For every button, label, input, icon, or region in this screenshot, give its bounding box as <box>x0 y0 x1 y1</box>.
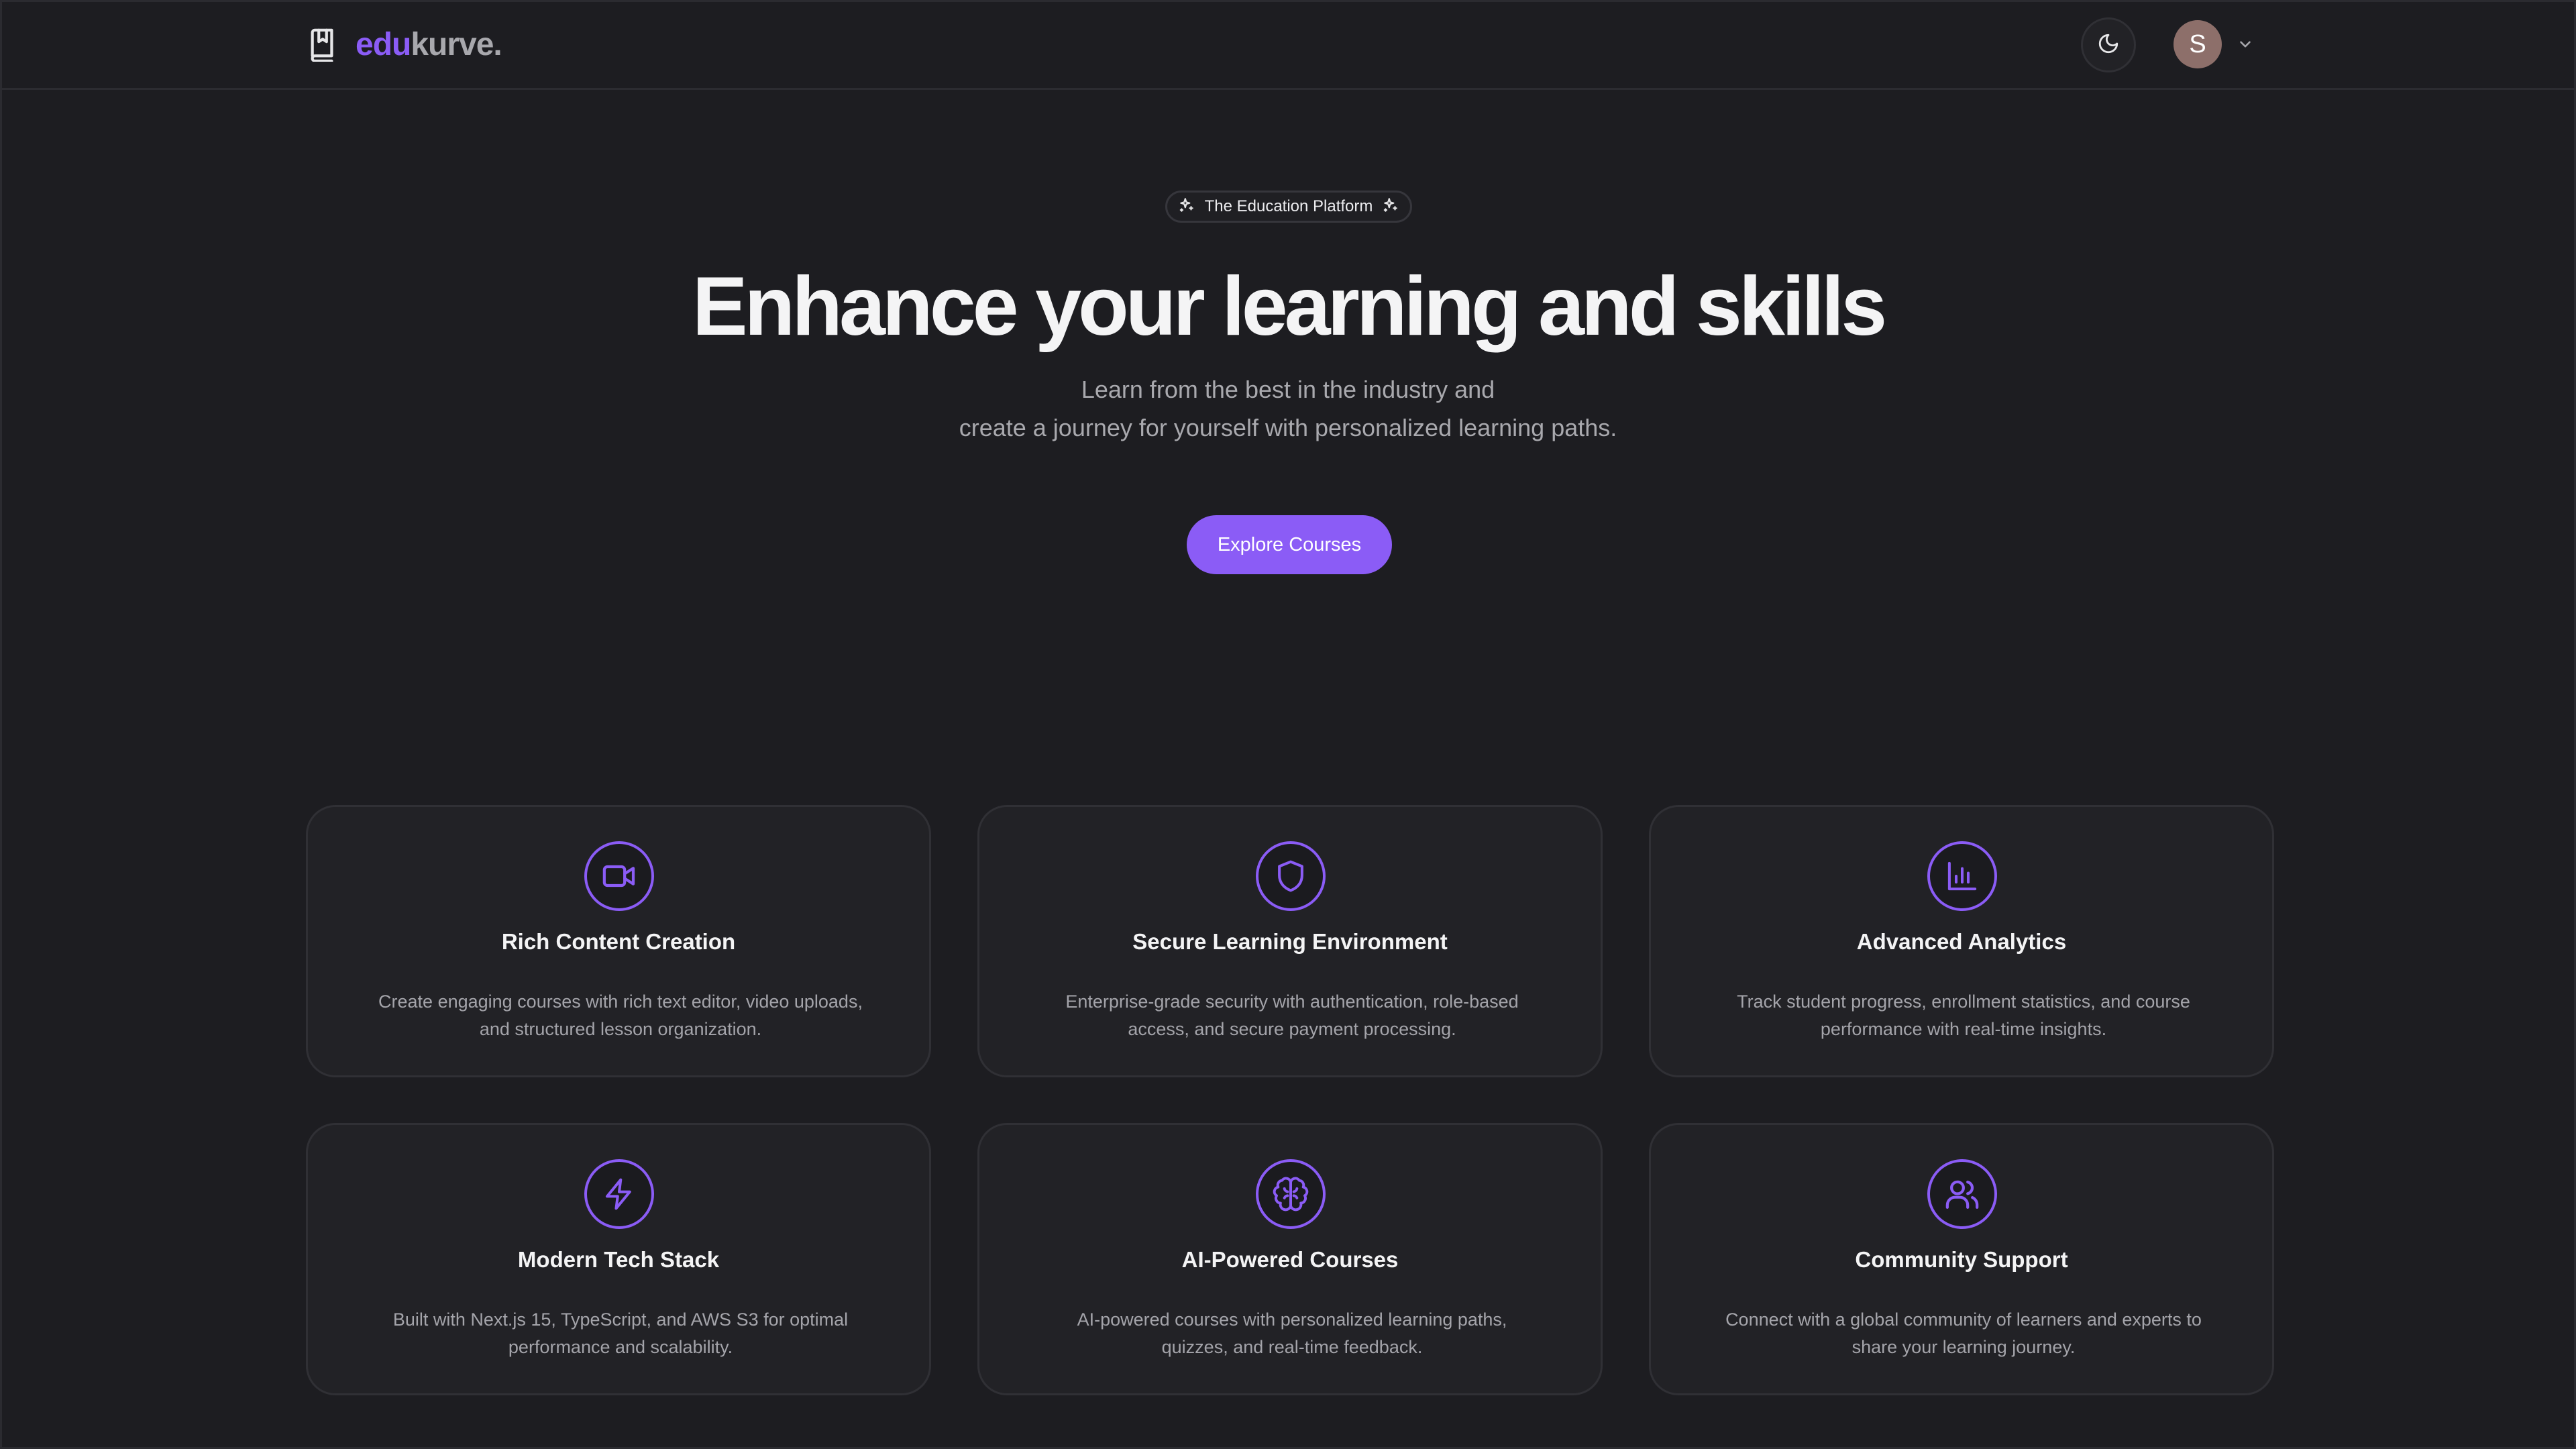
feature-card: Secure Learning Environment Enterprise-g… <box>977 805 1603 1077</box>
hero-subtitle: Learn from the best in the industry and … <box>0 370 2576 447</box>
feature-title: Modern Tech Stack <box>517 1247 720 1272</box>
feature-card: Rich Content Creation Create engaging co… <box>306 805 931 1077</box>
users-icon <box>1927 1159 1997 1229</box>
hero-subtitle-line-2: create a journey for yourself with perso… <box>959 414 1617 441</box>
brand-prefix: edu <box>356 26 411 62</box>
feature-title: Community Support <box>1855 1247 2068 1272</box>
feature-description: Create engaging courses with rich text e… <box>378 991 863 1039</box>
feature-description: Track student progress, enrollment stati… <box>1737 991 2190 1039</box>
book-icon <box>307 25 341 63</box>
chevron-down-icon <box>2237 36 2254 53</box>
feature-card: AI-Powered Courses AI-powered courses wi… <box>977 1123 1603 1395</box>
features-grid: Rich Content Creation Create engaging co… <box>306 805 2274 1395</box>
feature-title: Advanced Analytics <box>1856 929 2067 954</box>
feature-card: Advanced Analytics Track student progres… <box>1649 805 2274 1077</box>
feature-card: Modern Tech Stack Built with Next.js 15,… <box>306 1123 931 1395</box>
hero-title: Enhance your learning and skills <box>692 260 1887 353</box>
brain-icon <box>1256 1159 1326 1229</box>
platform-badge: The Education Platform <box>1165 191 1412 223</box>
brand-name: edukurve. <box>356 26 502 63</box>
feature-card: Community Support Connect with a global … <box>1649 1123 2274 1395</box>
theme-toggle-button[interactable] <box>2081 17 2136 72</box>
top-navbar: edukurve. S <box>0 0 2576 90</box>
feature-description: Connect with a global community of learn… <box>1725 1309 2202 1357</box>
brand-suffix: kurve. <box>411 26 502 62</box>
feature-title: AI-Powered Courses <box>1181 1247 1399 1272</box>
lightning-icon <box>584 1159 654 1229</box>
sparkles-icon <box>1178 197 1195 217</box>
feature-title: Secure Learning Environment <box>1132 929 1448 954</box>
shield-icon <box>1256 841 1326 911</box>
brand-logo-link[interactable]: edukurve. <box>307 23 502 66</box>
explore-courses-button[interactable]: Explore Courses <box>1187 515 1392 574</box>
user-avatar[interactable]: S <box>2174 20 2222 68</box>
feature-description: Built with Next.js 15, TypeScript, and A… <box>392 1309 849 1357</box>
moon-icon <box>2097 32 2120 58</box>
video-icon <box>584 841 654 911</box>
feature-title: Rich Content Creation <box>501 929 736 954</box>
feature-description: AI-powered courses with personalized lea… <box>1077 1309 1507 1357</box>
user-menu-button[interactable]: S <box>2174 19 2254 70</box>
hero-subtitle-line-1: Learn from the best in the industry and <box>1081 376 1495 403</box>
badge-label: The Education Platform <box>1204 197 1373 215</box>
bar-chart-icon <box>1927 841 1997 911</box>
sparkles-icon <box>1382 197 1399 217</box>
feature-description: Enterprise-grade security with authentic… <box>1065 991 1519 1039</box>
